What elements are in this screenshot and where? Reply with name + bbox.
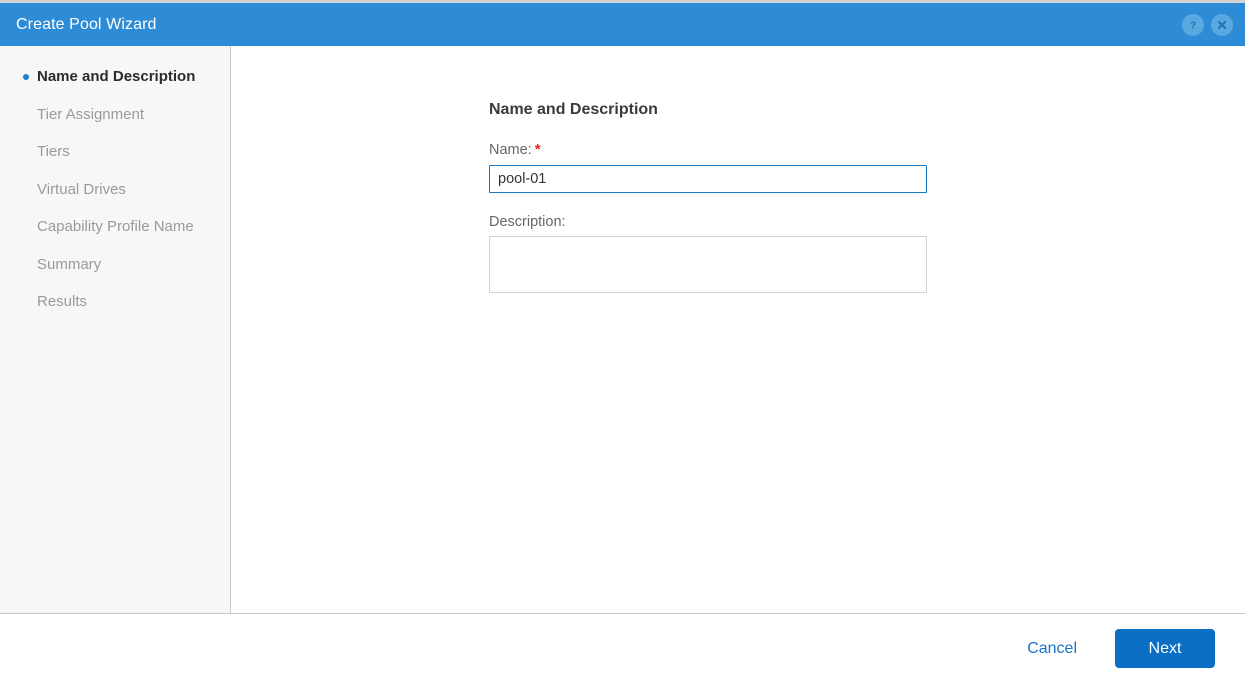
sidebar-item-name-and-description[interactable]: Name and Description: [0, 58, 230, 96]
description-textarea[interactable]: [489, 236, 927, 293]
sidebar-item-label: Results: [37, 293, 88, 311]
sidebar-item-label: Tier Assignment: [37, 105, 144, 123]
sidebar-item-results[interactable]: Results: [0, 283, 230, 321]
close-circle-icon[interactable]: [1211, 13, 1233, 36]
name-field-group: Name: *: [489, 142, 1245, 193]
name-field-label: Name: *: [489, 142, 1245, 158]
required-asterisk: *: [534, 141, 541, 158]
svg-text:?: ?: [1190, 20, 1196, 31]
name-input[interactable]: [489, 164, 927, 193]
description-field-group: Description:: [489, 213, 1245, 299]
sidebar-item-label: Capability Profile Name: [37, 218, 194, 236]
dialog-footer: Cancel Next: [0, 614, 1245, 683]
sidebar-item-summary[interactable]: Summary: [0, 246, 230, 284]
create-pool-wizard-dialog: Create Pool Wizard ? Name and Descriptio…: [0, 0, 1245, 683]
cancel-button[interactable]: Cancel: [1017, 634, 1087, 664]
wizard-step-sidebar: Name and Description Tier Assignment Tie…: [0, 46, 231, 613]
page-title: Name and Description: [489, 101, 658, 118]
sidebar-item-label: Tiers: [37, 143, 70, 161]
dialog-title: Create Pool Wizard: [16, 15, 157, 33]
name-label-text: Name:: [489, 142, 532, 158]
dialog-body: Name and Description Tier Assignment Tie…: [0, 46, 1245, 614]
sidebar-item-capability-profile-name[interactable]: Capability Profile Name: [0, 208, 230, 246]
next-button[interactable]: Next: [1115, 629, 1215, 668]
sidebar-item-tier-assignment[interactable]: Tier Assignment: [0, 96, 230, 134]
sidebar-item-label: Virtual Drives: [37, 180, 126, 198]
active-step-bullet-icon: [23, 73, 29, 80]
sidebar-item-tiers[interactable]: Tiers: [0, 133, 230, 171]
titlebar-actions: ?: [1182, 13, 1233, 36]
sidebar-item-label: Name and Description: [37, 68, 196, 86]
help-circle-icon[interactable]: ?: [1182, 13, 1204, 36]
description-field-label: Description:: [489, 213, 566, 230]
dialog-titlebar: Create Pool Wizard ?: [0, 3, 1245, 46]
wizard-step-content: Name and Description Name:* Description:: [231, 46, 1245, 613]
sidebar-item-virtual-drives[interactable]: Virtual Drives: [0, 171, 230, 209]
sidebar-item-label: Summary: [37, 255, 102, 273]
